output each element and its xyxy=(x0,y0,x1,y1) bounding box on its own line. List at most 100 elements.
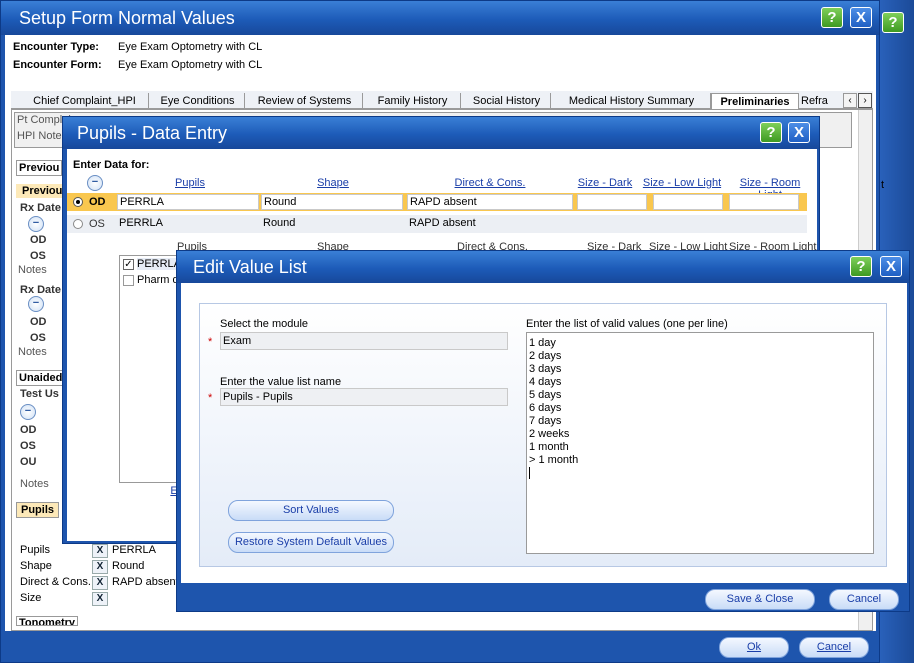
tab-eye-conditions[interactable]: Eye Conditions xyxy=(151,93,245,109)
pupils-row-label-4: Size xyxy=(20,592,42,604)
od-label-1: OD xyxy=(30,234,47,246)
evl-help-icon[interactable]: ? xyxy=(850,256,872,277)
evl-titlebar: Edit Value List ? X xyxy=(177,251,909,283)
background-help-icon[interactable]: ? xyxy=(882,12,904,33)
enter-data-for-label: Enter Data for: xyxy=(73,159,150,171)
collapse-icon-1[interactable]: − xyxy=(28,216,44,232)
os-label-3: OS xyxy=(20,440,36,452)
previous-section-2: Previou xyxy=(16,184,69,198)
col-pupils[interactable]: Pupils xyxy=(157,177,223,189)
clear-icon-3[interactable]: X xyxy=(92,576,108,590)
os-pupils-field[interactable]: PERRLA xyxy=(117,216,259,232)
name-required-marker: * xyxy=(208,392,213,404)
value-line-9: 1 month xyxy=(529,441,569,453)
value-line-2: 2 days xyxy=(529,350,562,362)
tab-chief-complaint[interactable]: Chief Complaint_HPI xyxy=(21,93,149,109)
notes-label-3: Notes xyxy=(20,478,49,490)
evl-close-icon[interactable]: X xyxy=(880,256,902,277)
side-label-t: t xyxy=(881,179,885,191)
pupils-titlebar: Pupils - Data Entry ? X xyxy=(63,117,819,149)
encounter-type-value: Eye Exam Optometry with CL xyxy=(118,41,263,53)
evl-cancel-button[interactable]: Cancel xyxy=(829,589,899,610)
restore-defaults-button[interactable]: Restore System Default Values xyxy=(228,532,394,553)
value-line-5: 5 days xyxy=(529,389,562,401)
clear-icon-2[interactable]: X xyxy=(92,560,108,574)
evl-body: Select the module * Exam Enter the value… xyxy=(181,283,907,583)
ok-button[interactable]: Ok xyxy=(719,637,789,658)
od-direct-field[interactable]: RAPD absent xyxy=(407,194,573,210)
pupils-row-label-2: Shape xyxy=(20,560,52,572)
setup-cancel-button[interactable]: Cancel xyxy=(799,637,869,658)
col-size-dark[interactable]: Size - Dark xyxy=(575,177,635,189)
tab-review-of-systems[interactable]: Review of Systems xyxy=(247,93,363,109)
collapse-icon-3[interactable]: − xyxy=(20,404,36,420)
od-size-low-field[interactable] xyxy=(653,194,723,210)
valid-values-label: Enter the list of valid values (one per … xyxy=(526,318,728,330)
clear-icon-1[interactable]: X xyxy=(92,544,108,558)
value-line-3: 3 days xyxy=(529,363,562,375)
list-checkbox-1[interactable]: ✓ xyxy=(123,259,134,270)
value-line-7: 7 days xyxy=(529,415,562,427)
rx-date-label-1: Rx Date xyxy=(20,202,61,214)
collapse-icon-2[interactable]: − xyxy=(28,296,44,312)
pupils-row-label-1: Pupils xyxy=(20,544,50,556)
tab-social-history[interactable]: Social History xyxy=(463,93,551,109)
pupils-row-label-3: Direct & Cons. xyxy=(20,576,91,588)
value-line-8: 2 weeks xyxy=(529,428,570,440)
od-size-room-field[interactable] xyxy=(729,194,799,210)
setup-title: Setup Form Normal Values xyxy=(19,8,235,28)
save-close-button[interactable]: Save & Close xyxy=(705,589,815,610)
encounter-form-label: Encounter Form: xyxy=(13,59,102,71)
hpi-notes-label: HPI Note xyxy=(17,130,62,142)
col-shape[interactable]: Shape xyxy=(303,177,363,189)
value-line-10: > 1 month xyxy=(529,454,579,466)
test-used-label: Test Us xyxy=(20,388,59,400)
tonometry-section: Tonometry xyxy=(16,616,79,626)
list-checkbox-2[interactable] xyxy=(123,275,134,286)
os-shape-field[interactable]: Round xyxy=(261,216,403,232)
tab-scroll-left-icon[interactable]: ‹ xyxy=(843,93,857,108)
pupils-close-icon[interactable]: X xyxy=(788,122,810,143)
pupils-row-value-3: RAPD absent xyxy=(112,576,179,588)
os-radio[interactable] xyxy=(73,219,83,229)
od-size-dark-field[interactable] xyxy=(577,194,647,210)
os-direct-field[interactable]: RAPD absent xyxy=(407,216,573,232)
setup-close-icon[interactable]: X xyxy=(850,7,872,28)
sort-values-button[interactable]: Sort Values xyxy=(228,500,394,521)
od-label-3: OD xyxy=(20,424,37,436)
module-field[interactable]: Exam xyxy=(220,332,508,350)
od-radio[interactable] xyxy=(73,197,83,207)
od-pupils-field[interactable]: PERRLA xyxy=(117,194,259,210)
list-item-2[interactable]: Pharm d xyxy=(137,274,179,286)
tab-medical-history-summary[interactable]: Medical History Summary xyxy=(553,93,711,109)
col-direct-cons[interactable]: Direct & Cons. xyxy=(447,177,533,189)
evl-title: Edit Value List xyxy=(193,257,307,277)
od-label-2: OD xyxy=(30,316,47,328)
tab-family-history[interactable]: Family History xyxy=(365,93,461,109)
previous-section-1: Previou xyxy=(16,160,63,176)
tab-refraction[interactable]: Refra xyxy=(801,93,841,109)
list-item-1[interactable]: PERRLA xyxy=(137,258,182,270)
valid-values-textarea[interactable]: 1 day 2 days 3 days 4 days 5 days 6 days… xyxy=(526,332,874,554)
collapse-all-icon[interactable]: − xyxy=(87,175,103,191)
pupils-row-value-1: PERRLA xyxy=(112,544,157,556)
encounter-form-value: Eye Exam Optometry with CL xyxy=(118,59,263,71)
value-list-name-field[interactable]: Pupils - Pupils xyxy=(220,388,508,406)
tab-preliminaries[interactable]: Preliminaries xyxy=(711,93,799,109)
os-label-2: OS xyxy=(30,332,46,344)
setup-help-icon[interactable]: ? xyxy=(821,7,843,28)
setup-titlebar: Setup Form Normal Values ? X xyxy=(1,1,879,35)
pupils-help-icon[interactable]: ? xyxy=(760,122,782,143)
rx-date-label-2: Rx Date xyxy=(20,284,61,296)
clear-icon-4[interactable]: X xyxy=(92,592,108,606)
od-shape-field[interactable]: Round xyxy=(261,194,403,210)
col-size-low-light[interactable]: Size - Low Light xyxy=(642,177,722,189)
module-required-marker: * xyxy=(208,336,213,348)
evl-panel: Select the module * Exam Enter the value… xyxy=(199,303,887,567)
value-line-1: 1 day xyxy=(529,337,556,349)
text-cursor xyxy=(529,467,530,479)
tab-scroll-right-icon[interactable]: › xyxy=(858,93,872,108)
edit-value-list-window: Edit Value List ? X Select the module * … xyxy=(176,250,910,612)
value-line-4: 4 days xyxy=(529,376,562,388)
os-row-label: OS xyxy=(89,218,105,230)
